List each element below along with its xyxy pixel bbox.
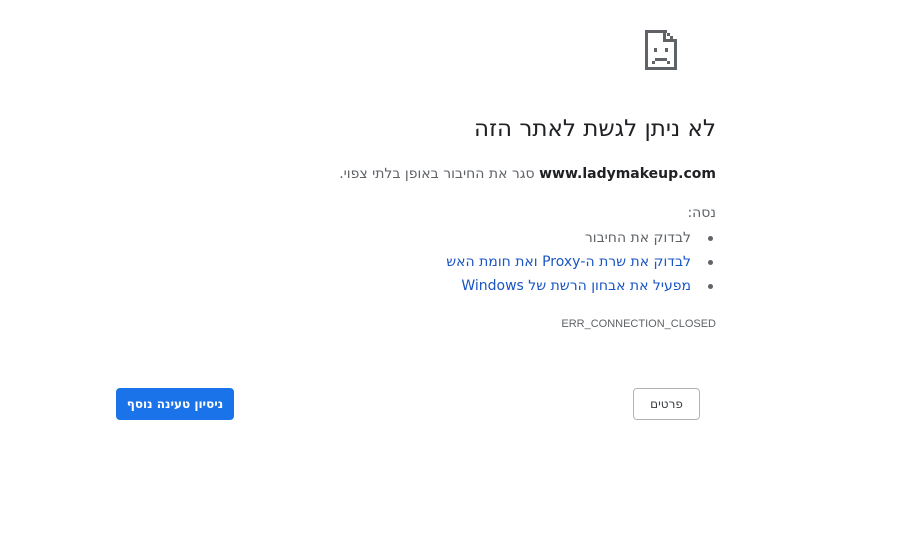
try-label: נסה: — [687, 205, 716, 221]
suggestion-network-diagnostics: מפעיל את אבחון הרשת של Windows — [446, 276, 713, 300]
suggestions-list: לבדוק את החיבור לבדוק את שרת ה-Proxy ואת… — [446, 228, 713, 300]
error-host: www.ladymakeup.com — [539, 166, 716, 182]
sad-page-icon — [645, 30, 677, 70]
check-proxy-firewall-link[interactable]: לבדוק את שרת ה-Proxy ואת חומת האש — [446, 254, 691, 270]
suggestion-text: לבדוק את החיבור — [584, 230, 691, 246]
bullet — [708, 284, 713, 289]
network-diagnostics-link[interactable]: מפעיל את אבחון הרשת של Windows — [461, 278, 691, 294]
details-button[interactable]: פרטים — [633, 388, 700, 420]
bullet — [708, 260, 713, 265]
error-page: לא ניתן לגשת לאתר הזה www.ladymakeup.com… — [0, 0, 903, 545]
bullet — [708, 236, 713, 241]
error-description: www.ladymakeup.com סגר את החיבור באופן ב… — [339, 166, 716, 182]
error-title: לא ניתן לגשת לאתר הזה — [474, 116, 716, 142]
suggestion-check-connection: לבדוק את החיבור — [446, 228, 713, 252]
error-description-text: סגר את החיבור באופן בלתי צפוי. — [339, 166, 535, 182]
error-code: ERR_CONNECTION_CLOSED — [561, 318, 716, 330]
reload-button[interactable]: ניסיון טעינה נוסף — [116, 388, 234, 420]
suggestion-check-proxy: לבדוק את שרת ה-Proxy ואת חומת האש — [446, 252, 713, 276]
